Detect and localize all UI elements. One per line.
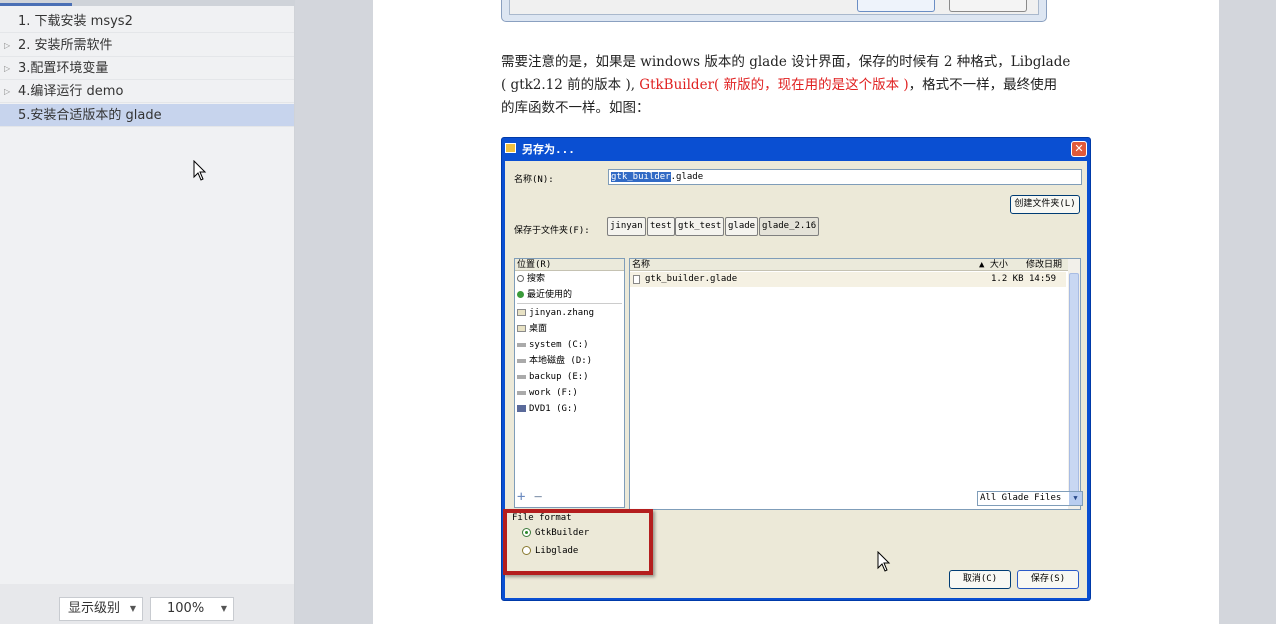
- column-size[interactable]: ▲ 大小: [979, 259, 1008, 271]
- filename-input[interactable]: gtk_builder.glade: [608, 169, 1082, 185]
- file-type-filter[interactable]: All Glade Files ▼: [977, 491, 1083, 506]
- place-label: 最近使用的: [527, 290, 573, 300]
- mouse-cursor-icon: [193, 160, 207, 181]
- column-date[interactable]: 修改日期: [1026, 259, 1062, 271]
- sidebar-tab-active[interactable]: [0, 3, 72, 6]
- chevron-down-icon: ▼: [129, 604, 136, 613]
- outline-item-label: 1. 下载安装 msys2: [18, 14, 133, 29]
- place-label: jinyan.zhang: [529, 308, 595, 318]
- highlight-text: GtkBuilder( 新版的，现在用的是这个版本 ): [639, 77, 909, 93]
- file-row[interactable]: gtk_builder.glade 1.2 KB 14:59: [630, 272, 1066, 287]
- sidebar-footer: 显示级别 ▼ 100% ▼: [0, 584, 295, 624]
- sidebar-tab-bar: [0, 0, 295, 6]
- add-place-icon[interactable]: +: [517, 489, 525, 505]
- dvd-icon: [517, 405, 526, 412]
- dialog-fragment-inner: [509, 0, 1039, 15]
- outline-item-4[interactable]: ▷ 4.编译运行 demo: [0, 80, 294, 103]
- folder-icon: [517, 309, 526, 316]
- outline-item-label: 3.配置环境变量: [18, 61, 109, 76]
- drive-icon: [517, 358, 526, 363]
- places-header: 位置(R): [515, 259, 624, 271]
- drive-icon: [517, 374, 526, 379]
- place-label: 本地磁盘 (D:): [529, 356, 593, 366]
- previous-screenshot-fragment: [501, 0, 1047, 22]
- dialog-fragment-button: [949, 0, 1027, 12]
- place-label: system (C:): [529, 340, 589, 350]
- place-drive-d[interactable]: 本地磁盘 (D:): [517, 355, 592, 367]
- file-size: 1.2 KB: [991, 274, 1024, 284]
- outline-item-label: 2. 安装所需软件: [18, 38, 113, 53]
- paragraph-text: ，格式不一样，最终使用: [908, 77, 1058, 93]
- outline-item-3[interactable]: ▷ 3.配置环境变量: [0, 57, 294, 80]
- chevron-down-icon: ▼: [220, 604, 227, 613]
- file-icon: [633, 275, 640, 284]
- place-drive-c[interactable]: system (C:): [517, 339, 589, 351]
- scrollbar-thumb[interactable]: [1069, 273, 1079, 493]
- outline-item-label: 4.编译运行 demo: [18, 84, 124, 99]
- place-recent[interactable]: 最近使用的: [517, 289, 572, 301]
- paragraph-text: ( gtk2.12 前的版本 ),: [501, 77, 640, 93]
- dialog-fragment-button: [857, 0, 935, 12]
- zoom-select[interactable]: 100% ▼: [150, 597, 234, 621]
- remove-place-icon[interactable]: −: [534, 489, 542, 505]
- column-name[interactable]: 名称: [632, 259, 650, 271]
- crumb-jinyan[interactable]: jinyan: [607, 217, 646, 236]
- crumb-glade-2-16[interactable]: glade_2.16: [759, 217, 820, 236]
- file-list-scrollbar[interactable]: [1068, 259, 1080, 509]
- place-home[interactable]: jinyan.zhang: [517, 307, 594, 319]
- place-label: 搜索: [527, 274, 546, 284]
- expand-triangle-icon[interactable]: ▷: [4, 34, 10, 57]
- name-label: 名称(N):: [514, 175, 554, 185]
- outline-item-label: 5.安装合适版本的 glade: [18, 108, 162, 123]
- outline-item-1[interactable]: 1. 下载安装 msys2: [0, 10, 294, 33]
- file-list: 名称 ▲ 大小 修改日期 gtk_builder.glade 1.2 KB 14…: [629, 258, 1081, 510]
- mouse-cursor-icon: [877, 551, 891, 572]
- paragraph-line-1: 需要注意的是，如果是 windows 版本的 glade 设计界面，保存的时候有…: [501, 54, 1071, 70]
- level-select-value: 显示级别: [68, 601, 121, 616]
- crumb-glade[interactable]: glade: [725, 217, 759, 236]
- search-icon: [517, 275, 524, 282]
- chevron-down-icon: ▼: [1069, 492, 1082, 505]
- paragraph-line-2: ( gtk2.12 前的版本 ), GtkBuilder( 新版的，现在用的是这…: [501, 73, 1057, 93]
- place-label: DVD1 (G:): [529, 404, 578, 414]
- place-dvd[interactable]: DVD1 (G:): [517, 403, 578, 415]
- outline-item-5[interactable]: 5.安装合适版本的 glade: [0, 104, 294, 127]
- zoom-select-value: 100%: [167, 601, 205, 616]
- places-panel: 位置(R) 搜索 最近使用的 jinyan.zhang 桌面 system (C…: [514, 258, 625, 508]
- place-label: backup (E:): [529, 372, 589, 382]
- place-search[interactable]: 搜索: [517, 273, 545, 285]
- file-name: gtk_builder.glade: [645, 274, 738, 284]
- recent-icon: [517, 291, 524, 298]
- expand-triangle-icon[interactable]: ▷: [4, 80, 10, 103]
- highlight-red-box: [503, 509, 653, 575]
- crumb-gtk-test[interactable]: gtk_test: [675, 217, 725, 236]
- dialog-title: 另存为...: [522, 143, 575, 156]
- place-label: 桌面: [529, 324, 548, 334]
- drive-icon: [517, 342, 526, 347]
- filename-extension: .glade: [670, 172, 704, 182]
- file-date: 14:59: [1029, 274, 1057, 284]
- close-icon[interactable]: ✕: [1071, 141, 1087, 157]
- expand-triangle-icon[interactable]: ▷: [4, 57, 10, 80]
- filter-value: All Glade Files: [980, 493, 1062, 503]
- folder-icon: [517, 325, 526, 332]
- place-label: work (F:): [529, 388, 578, 398]
- place-desktop[interactable]: 桌面: [517, 323, 547, 335]
- create-folder-button[interactable]: 创建文件夹(L): [1010, 195, 1080, 214]
- places-divider: [517, 303, 622, 304]
- outline-item-2[interactable]: ▷ 2. 安装所需软件: [0, 34, 294, 57]
- place-drive-e[interactable]: backup (E:): [517, 371, 589, 383]
- folder-label: 保存于文件夹(F):: [514, 226, 590, 236]
- drive-icon: [517, 390, 526, 395]
- document-page: 需要注意的是，如果是 windows 版本的 glade 设计界面，保存的时候有…: [373, 0, 1219, 624]
- cancel-button[interactable]: 取消(C): [949, 570, 1011, 589]
- paragraph-line-3: 的库函数不一样。如图：: [501, 100, 650, 116]
- crumb-test[interactable]: test: [647, 217, 675, 236]
- level-select[interactable]: 显示级别 ▼: [59, 597, 143, 621]
- save-button[interactable]: 保存(S): [1017, 570, 1079, 589]
- outline-sidebar: 1. 下载安装 msys2 ▷ 2. 安装所需软件 ▷ 3.配置环境变量 ▷ 4…: [0, 0, 295, 584]
- filename-selected-text: gtk_builder: [611, 172, 671, 182]
- file-list-header: 名称 ▲ 大小 修改日期: [630, 259, 1080, 271]
- place-drive-f[interactable]: work (F:): [517, 387, 578, 399]
